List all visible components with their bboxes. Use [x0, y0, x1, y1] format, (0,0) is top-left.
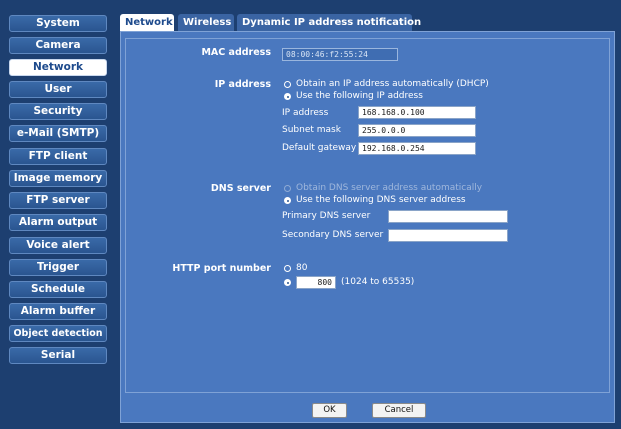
http-port-custom-radio[interactable] [284, 279, 291, 286]
sidebar-item-image-memory[interactable]: Image memory [9, 170, 107, 187]
ip-address-section-label: IP address [214, 79, 271, 90]
http-port-default-label: 80 [296, 263, 308, 273]
static-ip-option-label: Use the following IP address [296, 91, 423, 101]
sidebar-item-ftp-server[interactable]: FTP server [9, 192, 107, 209]
sidebar-item-network[interactable]: Network [9, 59, 107, 76]
network-settings-panel: MAC address 08:00:46:f2:55:24 IP address… [120, 31, 615, 423]
sidebar-item-object-detection[interactable]: Object detection [9, 325, 107, 342]
dhcp-radio[interactable] [284, 81, 291, 88]
settings-form: MAC address 08:00:46:f2:55:24 IP address… [125, 38, 610, 393]
tab-dynamic-ip-notification[interactable]: Dynamic IP address notification [237, 14, 421, 32]
secondary-dns-label: Secondary DNS server [282, 230, 384, 240]
dns-auto-option-label: Obtain DNS server address automatically [296, 183, 483, 193]
sidebar-item-serial[interactable]: Serial [9, 347, 107, 364]
secondary-dns-input[interactable] [388, 229, 508, 242]
subnet-mask-input[interactable]: 255.0.0.0 [358, 124, 476, 137]
mac-address-label: MAC address [201, 47, 271, 58]
primary-dns-input[interactable] [388, 210, 508, 223]
tab-network[interactable]: Network [120, 14, 174, 32]
sidebar-item-email-smtp[interactable]: e-Mail (SMTP) [9, 125, 107, 142]
http-port-default-radio[interactable] [284, 265, 291, 272]
mac-address-value: 08:00:46:f2:55:24 [282, 48, 398, 61]
dns-auto-radio[interactable] [284, 185, 291, 192]
tab-wireless[interactable]: Wireless [178, 14, 234, 32]
primary-dns-label: Primary DNS server [282, 211, 371, 221]
sidebar-item-user[interactable]: User [9, 81, 107, 98]
dns-server-section-label: DNS server [210, 183, 271, 194]
ip-address-input[interactable]: 168.168.0.100 [358, 106, 476, 119]
sidebar-item-trigger[interactable]: Trigger [9, 259, 107, 276]
ip-address-label: IP address [282, 108, 329, 118]
sidebar-item-alarm-buffer[interactable]: Alarm buffer [9, 303, 107, 320]
http-port-range-label: (1024 to 65535) [341, 277, 415, 287]
sidebar-item-ftp-client[interactable]: FTP client [9, 148, 107, 165]
sidebar-menu: System Camera Network User Security e-Ma… [0, 0, 116, 429]
dns-manual-option-label: Use the following DNS server address [296, 195, 466, 205]
static-ip-radio[interactable] [284, 93, 291, 100]
http-port-section-label: HTTP port number [172, 263, 271, 274]
default-gateway-label: Default gateway [282, 143, 357, 153]
dns-manual-radio[interactable] [284, 197, 291, 204]
sidebar-item-security[interactable]: Security [9, 103, 107, 120]
http-port-input[interactable]: 800 [296, 276, 336, 289]
default-gateway-input[interactable]: 192.168.0.254 [358, 142, 476, 155]
sidebar-item-system[interactable]: System [9, 15, 107, 32]
subnet-mask-label: Subnet mask [282, 125, 341, 135]
sidebar-item-alarm-output[interactable]: Alarm output [9, 214, 107, 231]
sidebar-item-schedule[interactable]: Schedule [9, 281, 107, 298]
sidebar-item-voice-alert[interactable]: Voice alert [9, 237, 107, 254]
ok-button[interactable]: OK [312, 403, 347, 418]
sidebar-item-camera[interactable]: Camera [9, 37, 107, 54]
cancel-button[interactable]: Cancel [372, 403, 426, 418]
dhcp-option-label: Obtain an IP address automatically (DHCP… [296, 79, 489, 89]
